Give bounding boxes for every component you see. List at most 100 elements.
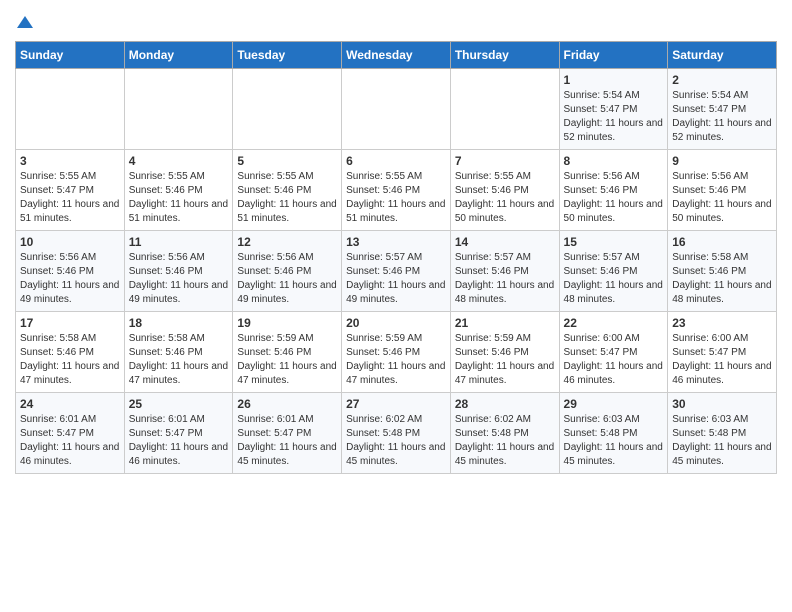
calendar-cell: 5 Sunrise: 5:55 AMSunset: 5:46 PMDaylight… bbox=[233, 150, 342, 231]
calendar-cell: 13 Sunrise: 5:57 AMSunset: 5:46 PMDayligh… bbox=[342, 231, 451, 312]
day-info: Sunrise: 5:56 AMSunset: 5:46 PMDaylight:… bbox=[129, 251, 229, 307]
day-info: Sunrise: 5:55 AMSunset: 5:47 PMDaylight:… bbox=[20, 170, 120, 226]
calendar-table: SundayMondayTuesdayWednesdayThursdayFrid… bbox=[15, 41, 777, 474]
col-header-monday: Monday bbox=[124, 42, 233, 69]
calendar-cell: 8 Sunrise: 5:56 AMSunset: 5:46 PMDaylight… bbox=[559, 150, 668, 231]
calendar-cell: 30 Sunrise: 6:03 AMSunset: 5:48 PMDayligh… bbox=[668, 393, 777, 474]
calendar-cell: 4 Sunrise: 5:55 AMSunset: 5:46 PMDaylight… bbox=[124, 150, 233, 231]
day-info: Sunrise: 5:54 AMSunset: 5:47 PMDaylight:… bbox=[564, 89, 664, 145]
day-number: 23 bbox=[672, 316, 772, 330]
day-number: 7 bbox=[455, 154, 555, 168]
day-info: Sunrise: 5:55 AMSunset: 5:46 PMDaylight:… bbox=[346, 170, 446, 226]
calendar-cell: 16Sunrise: 5:58 AMSunset: 5:46 PMDayligh… bbox=[668, 231, 777, 312]
day-number: 26 bbox=[237, 397, 337, 411]
day-info: Sunrise: 6:03 AMSunset: 5:48 PMDaylight:… bbox=[672, 413, 772, 469]
day-info: Sunrise: 6:03 AMSunset: 5:48 PMDaylight:… bbox=[564, 413, 664, 469]
calendar-cell bbox=[124, 69, 233, 150]
day-number: 3 bbox=[20, 154, 120, 168]
day-number: 25 bbox=[129, 397, 229, 411]
day-number: 15 bbox=[564, 235, 664, 249]
day-number: 21 bbox=[455, 316, 555, 330]
col-header-wednesday: Wednesday bbox=[342, 42, 451, 69]
day-number: 5 bbox=[237, 154, 337, 168]
calendar-cell: 23Sunrise: 6:00 AMSunset: 5:47 PMDayligh… bbox=[668, 312, 777, 393]
calendar-week-row: 24 Sunrise: 6:01 AMSunset: 5:47 PMDayligh… bbox=[16, 393, 777, 474]
calendar-cell: 3 Sunrise: 5:55 AMSunset: 5:47 PMDaylight… bbox=[16, 150, 125, 231]
day-number: 29 bbox=[564, 397, 664, 411]
calendar-cell: 20 Sunrise: 5:59 AMSunset: 5:46 PMDayligh… bbox=[342, 312, 451, 393]
page-wrapper: SundayMondayTuesdayWednesdayThursdayFrid… bbox=[0, 0, 792, 484]
day-number: 2 bbox=[672, 73, 772, 87]
day-number: 12 bbox=[237, 235, 337, 249]
calendar-cell: 26 Sunrise: 6:01 AMSunset: 5:47 PMDayligh… bbox=[233, 393, 342, 474]
day-number: 8 bbox=[564, 154, 664, 168]
day-number: 4 bbox=[129, 154, 229, 168]
day-info: Sunrise: 6:01 AMSunset: 5:47 PMDaylight:… bbox=[129, 413, 229, 469]
calendar-week-row: 17 Sunrise: 5:58 AMSunset: 5:46 PMDayligh… bbox=[16, 312, 777, 393]
calendar-week-row: 1Sunrise: 5:54 AMSunset: 5:47 PMDaylight… bbox=[16, 69, 777, 150]
day-info: Sunrise: 5:56 AMSunset: 5:46 PMDaylight:… bbox=[20, 251, 120, 307]
calendar-cell: 10Sunrise: 5:56 AMSunset: 5:46 PMDayligh… bbox=[16, 231, 125, 312]
calendar-cell: 11 Sunrise: 5:56 AMSunset: 5:46 PMDayligh… bbox=[124, 231, 233, 312]
calendar-cell: 24 Sunrise: 6:01 AMSunset: 5:47 PMDayligh… bbox=[16, 393, 125, 474]
calendar-cell bbox=[233, 69, 342, 150]
day-info: Sunrise: 6:01 AMSunset: 5:47 PMDaylight:… bbox=[237, 413, 337, 469]
day-number: 28 bbox=[455, 397, 555, 411]
day-info: Sunrise: 5:55 AMSunset: 5:46 PMDaylight:… bbox=[129, 170, 229, 226]
calendar-cell bbox=[450, 69, 559, 150]
calendar-cell: 18Sunrise: 5:58 AMSunset: 5:46 PMDayligh… bbox=[124, 312, 233, 393]
day-info: Sunrise: 5:59 AMSunset: 5:46 PMDaylight:… bbox=[346, 332, 446, 388]
day-number: 20 bbox=[346, 316, 446, 330]
calendar-cell: 15 Sunrise: 5:57 AMSunset: 5:46 PMDayligh… bbox=[559, 231, 668, 312]
calendar-cell bbox=[342, 69, 451, 150]
day-number: 16 bbox=[672, 235, 772, 249]
calendar-cell: 22 Sunrise: 6:00 AMSunset: 5:47 PMDayligh… bbox=[559, 312, 668, 393]
day-number: 24 bbox=[20, 397, 120, 411]
calendar-cell: 12 Sunrise: 5:56 AMSunset: 5:46 PMDayligh… bbox=[233, 231, 342, 312]
day-info: Sunrise: 6:02 AMSunset: 5:48 PMDaylight:… bbox=[455, 413, 555, 469]
day-info: Sunrise: 5:56 AMSunset: 5:46 PMDaylight:… bbox=[237, 251, 337, 307]
col-header-friday: Friday bbox=[559, 42, 668, 69]
calendar-cell: 6 Sunrise: 5:55 AMSunset: 5:46 PMDaylight… bbox=[342, 150, 451, 231]
calendar-week-row: 3 Sunrise: 5:55 AMSunset: 5:47 PMDaylight… bbox=[16, 150, 777, 231]
day-number: 11 bbox=[129, 235, 229, 249]
day-info: Sunrise: 5:56 AMSunset: 5:46 PMDaylight:… bbox=[672, 170, 772, 226]
day-info: Sunrise: 5:57 AMSunset: 5:46 PMDaylight:… bbox=[346, 251, 446, 307]
logo-area bbox=[15, 10, 33, 35]
calendar-week-row: 10Sunrise: 5:56 AMSunset: 5:46 PMDayligh… bbox=[16, 231, 777, 312]
day-info: Sunrise: 5:58 AMSunset: 5:46 PMDaylight:… bbox=[20, 332, 120, 388]
col-header-tuesday: Tuesday bbox=[233, 42, 342, 69]
calendar-cell: 29 Sunrise: 6:03 AMSunset: 5:48 PMDayligh… bbox=[559, 393, 668, 474]
day-number: 19 bbox=[237, 316, 337, 330]
day-info: Sunrise: 5:57 AMSunset: 5:46 PMDaylight:… bbox=[564, 251, 664, 307]
day-number: 6 bbox=[346, 154, 446, 168]
col-header-thursday: Thursday bbox=[450, 42, 559, 69]
day-number: 27 bbox=[346, 397, 446, 411]
calendar-cell: 17 Sunrise: 5:58 AMSunset: 5:46 PMDayligh… bbox=[16, 312, 125, 393]
day-info: Sunrise: 5:59 AMSunset: 5:46 PMDaylight:… bbox=[237, 332, 337, 388]
day-number: 17 bbox=[20, 316, 120, 330]
day-info: Sunrise: 5:57 AMSunset: 5:46 PMDaylight:… bbox=[455, 251, 555, 307]
col-header-sunday: Sunday bbox=[16, 42, 125, 69]
logo-icon bbox=[17, 14, 33, 30]
day-info: Sunrise: 5:55 AMSunset: 5:46 PMDaylight:… bbox=[237, 170, 337, 226]
day-number: 22 bbox=[564, 316, 664, 330]
calendar-header-row: SundayMondayTuesdayWednesdayThursdayFrid… bbox=[16, 42, 777, 69]
day-info: Sunrise: 6:00 AMSunset: 5:47 PMDaylight:… bbox=[564, 332, 664, 388]
calendar-cell: 9 Sunrise: 5:56 AMSunset: 5:46 PMDaylight… bbox=[668, 150, 777, 231]
day-info: Sunrise: 5:59 AMSunset: 5:46 PMDaylight:… bbox=[455, 332, 555, 388]
day-number: 14 bbox=[455, 235, 555, 249]
calendar-cell: 7Sunrise: 5:55 AMSunset: 5:46 PMDaylight… bbox=[450, 150, 559, 231]
calendar-cell: 21 Sunrise: 5:59 AMSunset: 5:46 PMDayligh… bbox=[450, 312, 559, 393]
day-number: 9 bbox=[672, 154, 772, 168]
day-info: Sunrise: 6:01 AMSunset: 5:47 PMDaylight:… bbox=[20, 413, 120, 469]
col-header-saturday: Saturday bbox=[668, 42, 777, 69]
calendar-cell: 27Sunrise: 6:02 AMSunset: 5:48 PMDayligh… bbox=[342, 393, 451, 474]
day-number: 30 bbox=[672, 397, 772, 411]
day-number: 13 bbox=[346, 235, 446, 249]
day-info: Sunrise: 5:54 AMSunset: 5:47 PMDaylight:… bbox=[672, 89, 772, 145]
calendar-cell: 2 Sunrise: 5:54 AMSunset: 5:47 PMDaylight… bbox=[668, 69, 777, 150]
header-row bbox=[15, 10, 777, 35]
day-info: Sunrise: 5:56 AMSunset: 5:46 PMDaylight:… bbox=[564, 170, 664, 226]
calendar-cell: 1Sunrise: 5:54 AMSunset: 5:47 PMDaylight… bbox=[559, 69, 668, 150]
